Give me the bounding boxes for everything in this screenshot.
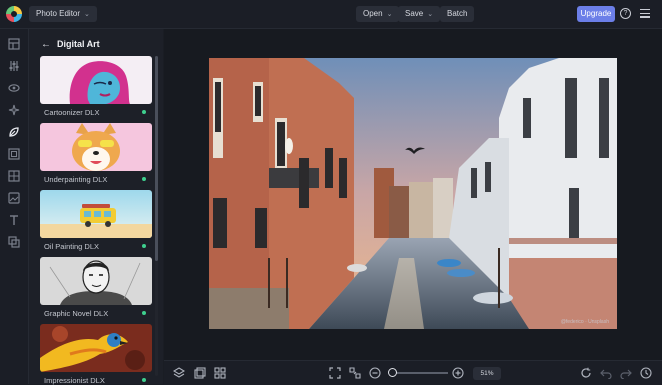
app-logo-icon[interactable] (6, 6, 22, 22)
top-bar: Photo Editor ⌄ Open ⌄ Save ⌄ Batch Upgrade … (0, 0, 662, 29)
back-arrow-icon[interactable]: ← (41, 39, 51, 50)
help-icon[interactable]: ? (620, 8, 631, 19)
photo-watermark: @federico · Unsplash (560, 319, 609, 325)
photo-editor-menu[interactable]: Photo Editor ⌄ (29, 6, 97, 22)
effect-card-graphic-novel[interactable]: Graphic Novel DLX (40, 257, 152, 318)
effect-card-impressionist[interactable]: Impressionist DLX (40, 324, 152, 385)
save-menu[interactable]: Save ⌄ (398, 6, 441, 22)
status-dot (142, 378, 146, 382)
zoom-in-icon[interactable] (452, 367, 464, 379)
sliders-icon[interactable] (8, 60, 20, 72)
graphic-novel-thumbnail[interactable] (40, 257, 152, 305)
effects-icon[interactable] (8, 126, 20, 138)
cartoonizer-thumbnail[interactable] (40, 56, 152, 104)
open-label: Open (363, 9, 383, 18)
overlay-icon[interactable] (8, 192, 20, 204)
open-menu[interactable]: Open ⌄ (356, 6, 400, 22)
layers-icon[interactable] (172, 367, 186, 379)
frame-icon[interactable] (8, 148, 20, 160)
actual-size-icon[interactable] (349, 367, 361, 379)
effect-card-cartoonizer[interactable]: Cartoonizer DLX (40, 56, 152, 117)
status-dot (142, 311, 146, 315)
canvas-photo[interactable]: @federico · Unsplash (209, 58, 617, 329)
effect-label: Cartoonizer DLX (44, 108, 100, 117)
graphics-icon[interactable] (8, 236, 20, 248)
eye-icon[interactable] (8, 82, 20, 94)
photo-editor-label: Photo Editor (36, 9, 81, 18)
redo-icon[interactable] (620, 367, 632, 380)
impressionist-thumbnail[interactable] (40, 324, 152, 372)
panel-title: Digital Art (57, 39, 100, 49)
zoom-slider-knob[interactable] (388, 368, 397, 377)
chevron-down-icon: ⌄ (427, 11, 434, 18)
reset-icon[interactable] (580, 367, 592, 379)
history-icon[interactable] (640, 367, 652, 379)
status-dot (142, 110, 146, 114)
batch-button[interactable]: Batch (440, 6, 475, 22)
effect-label: Underpainting DLX (44, 175, 108, 184)
effect-label: Graphic Novel DLX (44, 309, 109, 318)
status-dot (142, 177, 146, 181)
sparkle-icon[interactable] (8, 104, 20, 116)
chevron-down-icon: ⌄ (84, 11, 90, 18)
panel-scrollbar-thumb[interactable] (155, 56, 158, 261)
hamburger-menu-icon[interactable] (640, 9, 650, 18)
status-dot (142, 244, 146, 248)
chevron-down-icon: ⌄ (386, 11, 393, 18)
text-icon[interactable] (8, 214, 20, 226)
zoom-slider-track[interactable] (393, 372, 448, 374)
upgrade-button[interactable]: Upgrade (577, 6, 615, 22)
undo-icon[interactable] (600, 367, 612, 380)
zoom-percentage[interactable]: 51% (473, 367, 501, 380)
grid-icon[interactable] (214, 367, 226, 379)
digital-art-panel: ← Digital Art Cartoonizer DLX Underpaint… (29, 29, 163, 385)
texture-icon[interactable] (8, 170, 20, 182)
save-label: Save (405, 9, 424, 18)
effect-card-underpainting[interactable]: Underpainting DLX (40, 123, 152, 184)
panel-header: ← Digital Art (41, 37, 100, 51)
batch-label: Batch (447, 9, 468, 18)
zoom-out-icon[interactable] (369, 367, 381, 379)
tool-rail (0, 29, 29, 384)
stack-icon[interactable] (194, 367, 206, 379)
underpainting-thumbnail[interactable] (40, 123, 152, 171)
fit-screen-icon[interactable] (329, 367, 341, 379)
effect-card-oil-painting[interactable]: Oil Painting DLX (40, 190, 152, 251)
oil-painting-thumbnail[interactable] (40, 190, 152, 238)
effect-label: Oil Painting DLX (44, 242, 100, 251)
bottom-toolbar: 51% (164, 360, 662, 385)
layout-icon[interactable] (8, 38, 20, 50)
